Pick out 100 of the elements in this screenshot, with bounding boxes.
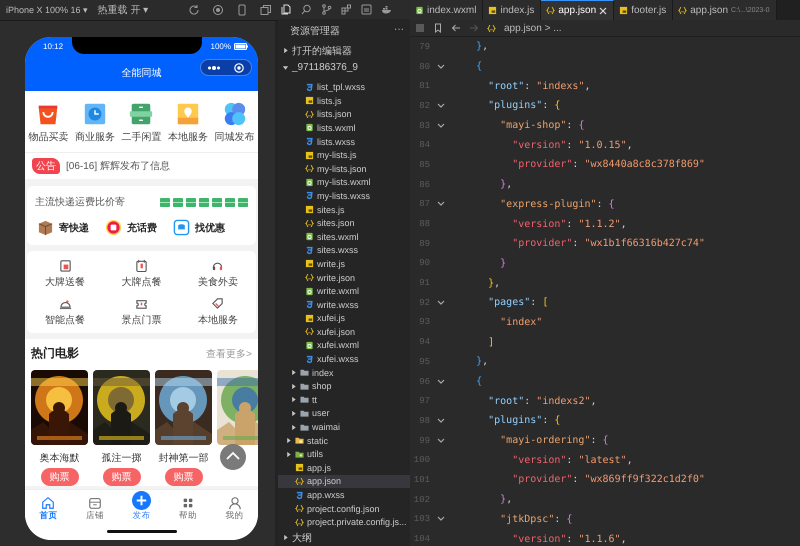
file-tree-item[interactable]: write.js bbox=[278, 257, 410, 271]
phone-icon[interactable] bbox=[236, 4, 248, 16]
file-tree-item[interactable]: my-lists.wxml bbox=[278, 176, 410, 190]
service-link[interactable]: 寄快递 bbox=[59, 220, 89, 234]
service-label[interactable]: 美食外卖 bbox=[198, 275, 238, 289]
file-tree-item[interactable]: waimai bbox=[278, 420, 410, 434]
back-arrow-icon[interactable] bbox=[451, 23, 461, 33]
tab-bar-item[interactable]: 首页 bbox=[25, 490, 72, 524]
file-tree-item[interactable]: write.json bbox=[278, 270, 410, 284]
more-button[interactable]: ··· bbox=[394, 24, 404, 38]
status-time: 10:12 bbox=[43, 42, 64, 51]
section-header[interactable]: _971186376_9 bbox=[278, 59, 410, 76]
file-tree-item[interactable]: app.js bbox=[278, 461, 410, 475]
collapsed-arrow-icon[interactable] bbox=[285, 450, 292, 458]
capsule-menu[interactable] bbox=[200, 59, 252, 76]
fold-chevron-icon[interactable] bbox=[437, 201, 445, 208]
close-icon[interactable] bbox=[599, 6, 608, 14]
file-tree-item[interactable]: app.json bbox=[278, 474, 410, 488]
file-tree-item[interactable]: sites.json bbox=[278, 216, 410, 230]
file-tree-item[interactable]: lists.wxss bbox=[278, 134, 410, 148]
service-label[interactable]: 智能点餐 bbox=[45, 313, 86, 327]
file-tree-item[interactable]: user bbox=[278, 406, 410, 420]
category-label[interactable]: 二手闲置 bbox=[121, 130, 162, 144]
file-tree-item[interactable]: xufei.js bbox=[278, 312, 410, 326]
scroll-to-top-icon[interactable] bbox=[220, 444, 246, 470]
file-tree-item[interactable]: app.wxss bbox=[278, 488, 410, 502]
collapsed-arrow-icon[interactable] bbox=[290, 369, 297, 376]
collapsed-arrow-icon[interactable] bbox=[290, 410, 297, 417]
fold-chevron-icon[interactable] bbox=[437, 516, 445, 522]
collapsed-arrow-icon[interactable] bbox=[290, 382, 297, 390]
fold-chevron-icon[interactable] bbox=[437, 64, 445, 70]
whale-icon[interactable] bbox=[381, 4, 392, 16]
file-tree-item[interactable]: tt bbox=[278, 393, 410, 407]
file-tree-item[interactable]: xufei.json bbox=[278, 325, 410, 339]
expanded-arrow-icon[interactable] bbox=[282, 64, 289, 72]
file-tree-item[interactable]: sites.wxss bbox=[278, 244, 410, 258]
file-tree-item[interactable]: project.private.config.js... bbox=[278, 515, 410, 529]
device-selector[interactable]: iPhone X 100% 16 ▾ bbox=[6, 4, 88, 16]
search-icon[interactable] bbox=[301, 4, 312, 16]
fold-chevron-icon[interactable] bbox=[437, 102, 445, 109]
collapsed-arrow-icon[interactable] bbox=[285, 437, 292, 444]
bookmark-icon[interactable] bbox=[433, 23, 443, 33]
tab-bar-item[interactable]: 我的 bbox=[211, 490, 258, 524]
files-icon[interactable] bbox=[281, 4, 292, 16]
fold-chevron-icon[interactable] bbox=[437, 300, 445, 306]
collapsed-arrow-icon[interactable] bbox=[282, 47, 289, 54]
file-tree-item[interactable]: index bbox=[278, 366, 410, 380]
file-tree-item[interactable]: write.wxml bbox=[278, 284, 410, 298]
editor-tab[interactable]: index.js bbox=[483, 0, 542, 20]
record-icon[interactable] bbox=[212, 4, 224, 16]
category-label[interactable]: 同城发布 bbox=[214, 130, 255, 144]
file-tree-item[interactable]: my-lists.wxss bbox=[278, 189, 410, 203]
fold-chevron-icon[interactable] bbox=[437, 378, 445, 385]
service-label[interactable]: 大牌送餐 bbox=[45, 275, 86, 289]
file-tree-item[interactable]: sites.js bbox=[278, 202, 410, 216]
file-tree-item[interactable]: xufei.wxml bbox=[278, 338, 410, 352]
tab-bar-item[interactable]: 店铺 bbox=[72, 490, 118, 524]
refresh-icon[interactable] bbox=[188, 4, 200, 16]
category-label[interactable]: 物品买卖 bbox=[28, 130, 68, 144]
collapsed-arrow-icon[interactable] bbox=[290, 424, 297, 431]
close-icon[interactable] bbox=[232, 62, 246, 72]
file-tree-item[interactable]: my-lists.json bbox=[278, 162, 410, 176]
section-header[interactable]: 打开的编辑器 bbox=[278, 42, 410, 60]
breadcrumb[interactable]: app.json > ... bbox=[504, 22, 562, 34]
file-tree-item[interactable]: sites.wxml bbox=[278, 230, 410, 244]
file-tree-item[interactable]: shop bbox=[278, 379, 410, 394]
windows-icon[interactable] bbox=[260, 4, 272, 16]
branch-icon[interactable] bbox=[321, 4, 332, 16]
file-tree-item[interactable]: write.wxss bbox=[278, 298, 410, 312]
fold-chevron-icon[interactable] bbox=[437, 438, 445, 444]
fold-chevron-icon[interactable] bbox=[437, 122, 445, 129]
service-link[interactable]: 找优惠 bbox=[195, 220, 225, 234]
file-tree-item[interactable]: static bbox=[278, 434, 410, 448]
file-tree-item[interactable]: project.config.json bbox=[278, 502, 410, 516]
editor-tab[interactable]: index.wxml bbox=[410, 0, 484, 20]
service-label[interactable]: 景点门票 bbox=[121, 313, 162, 327]
tab-bar-item[interactable]: 帮助 bbox=[164, 490, 212, 524]
blocks-icon[interactable] bbox=[341, 4, 352, 16]
editor-tab[interactable]: footer.js bbox=[614, 0, 674, 20]
service-label[interactable]: 大牌点餐 bbox=[121, 275, 162, 289]
hot-reload-toggle[interactable]: 热重载 开 ▾ bbox=[98, 3, 148, 17]
category-label[interactable]: 商业服务 bbox=[74, 130, 115, 144]
panel-icon[interactable] bbox=[361, 4, 372, 16]
file-tree-item[interactable]: lists.wxml bbox=[278, 121, 410, 135]
collapsed-arrow-icon[interactable] bbox=[290, 396, 297, 404]
category-label[interactable]: 本地服务 bbox=[168, 130, 208, 144]
file-tree-item[interactable]: lists.js bbox=[278, 94, 410, 108]
service-link[interactable]: 充话费 bbox=[127, 220, 157, 234]
list-icon[interactable] bbox=[415, 23, 425, 33]
editor-tab[interactable]: app.json bbox=[541, 0, 614, 20]
file-tree-item[interactable]: list_tpl.wxss bbox=[278, 80, 410, 94]
file-tree-item[interactable]: lists.json bbox=[278, 108, 410, 122]
notice-text[interactable]: [06-16] 辉辉发布了信息 bbox=[66, 159, 170, 173]
file-tree-item[interactable]: xufei.wxss bbox=[278, 352, 410, 366]
file-tree-item[interactable]: utils bbox=[278, 447, 410, 462]
service-label[interactable]: 本地服务 bbox=[198, 313, 238, 327]
collapsed-arrow-icon[interactable] bbox=[282, 534, 289, 541]
section-header[interactable]: 大纲 bbox=[278, 529, 410, 546]
file-tree-item[interactable]: my-lists.js bbox=[278, 148, 410, 162]
fold-chevron-icon[interactable] bbox=[437, 418, 445, 424]
